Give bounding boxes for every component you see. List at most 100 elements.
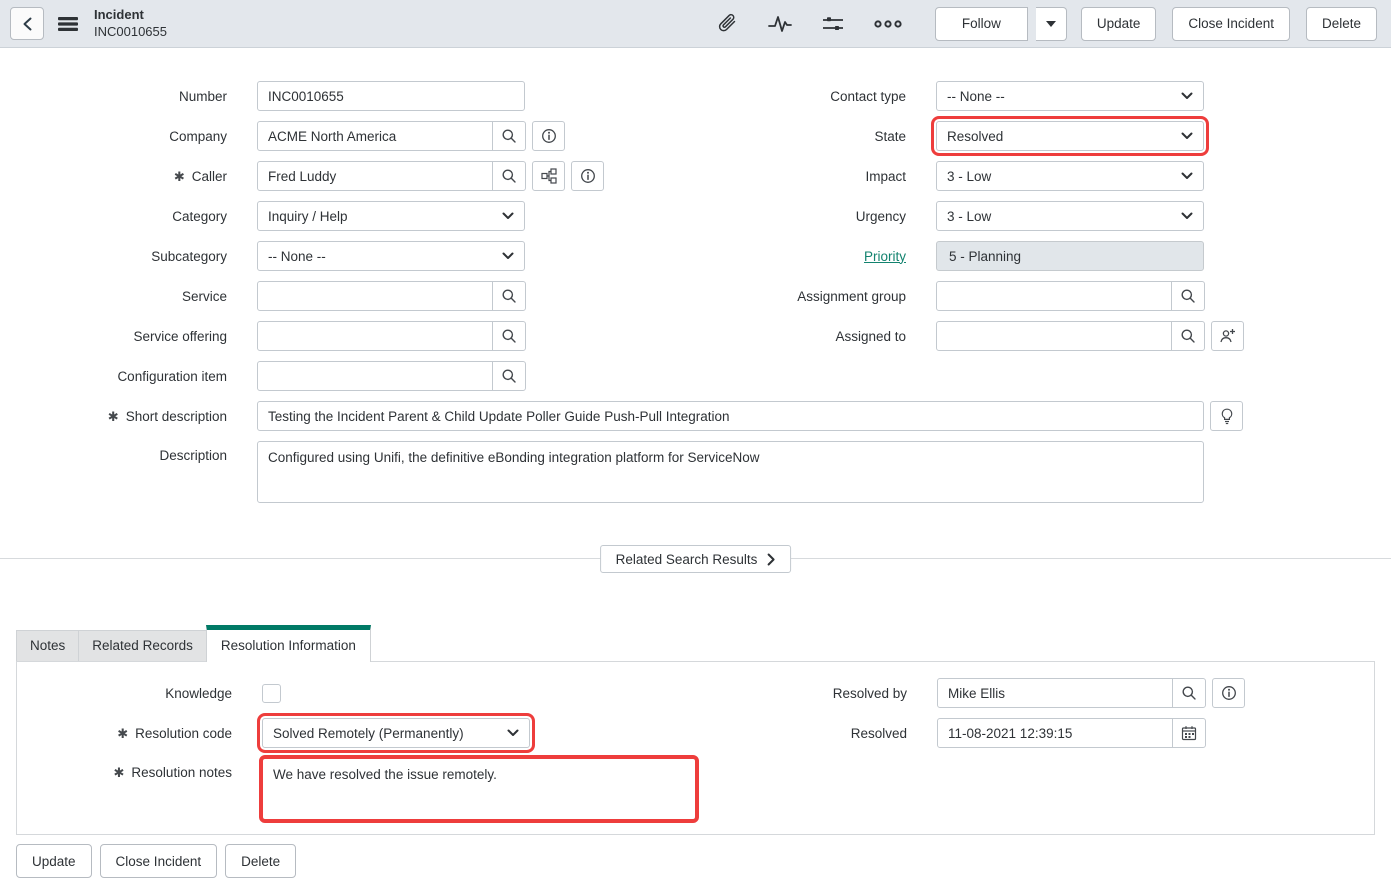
service-input[interactable]	[258, 282, 492, 310]
urgency-select[interactable]: 3 - Low	[936, 201, 1204, 231]
info-icon	[580, 168, 596, 184]
field-row-resolution-notes: ✱ Resolution notes We have resolved the …	[17, 758, 696, 820]
description-textarea[interactable]: Configured using Unifi, the definitive e…	[257, 441, 1204, 503]
service-offering-reference-field	[257, 321, 526, 351]
short-description-input[interactable]	[257, 401, 1204, 431]
close-incident-button-footer[interactable]: Close Incident	[100, 844, 218, 878]
delete-button-header[interactable]: Delete	[1306, 7, 1377, 41]
record-number: INC0010655	[94, 24, 167, 40]
impact-select[interactable]: 3 - Low	[936, 161, 1204, 191]
priority-label-link[interactable]: Priority	[864, 249, 906, 264]
form-tabbar: Notes Related Records Resolution Informa…	[16, 625, 1375, 661]
activity-stream-button[interactable]	[757, 13, 803, 35]
category-label: Category	[172, 209, 227, 224]
state-select[interactable]: Resolved	[936, 121, 1204, 151]
resolution-left-column: Knowledge ✱ Resolution code Solved Remot…	[17, 678, 696, 820]
field-row-knowledge: Knowledge	[17, 678, 696, 708]
tab-related-records[interactable]: Related Records	[78, 630, 207, 661]
service-lookup-button[interactable]	[492, 282, 525, 310]
field-row-service-offering: Service offering	[0, 321, 695, 351]
info-icon	[541, 128, 557, 144]
follow-split-button: Follow	[935, 7, 1067, 41]
field-row-number: Number	[0, 81, 695, 111]
back-button[interactable]	[10, 7, 44, 40]
update-button-footer[interactable]: Update	[16, 844, 92, 878]
follow-dropdown-button[interactable]	[1036, 7, 1067, 41]
assignment-group-lookup-button[interactable]	[1171, 282, 1204, 310]
contact-type-select[interactable]: -- None --	[936, 81, 1204, 111]
service-label: Service	[182, 289, 227, 304]
resolved-datetime-field	[937, 718, 1206, 748]
field-row-resolved-by: Resolved by	[696, 678, 1376, 708]
number-input[interactable]	[257, 81, 525, 111]
company-label: Company	[169, 129, 227, 144]
caller-preview-button[interactable]	[571, 161, 604, 191]
service-offering-lookup-button[interactable]	[492, 322, 525, 350]
suggestion-button[interactable]	[1210, 401, 1243, 431]
personalize-form-button[interactable]	[811, 13, 855, 35]
sliders-icon	[821, 13, 845, 35]
update-button-header[interactable]: Update	[1081, 7, 1157, 41]
incident-form: Number Company ✱ Caller	[0, 48, 1391, 878]
caller-lookup-button[interactable]	[492, 162, 525, 190]
field-row-priority: Priority 5 - Planning	[695, 241, 1391, 271]
caller-input[interactable]	[258, 162, 492, 190]
caret-down-icon	[1046, 21, 1056, 27]
field-row-caller: ✱ Caller	[0, 161, 695, 191]
resolved-by-label: Resolved by	[833, 686, 907, 701]
assignment-group-reference-field	[936, 281, 1205, 311]
related-search-results-button[interactable]: Related Search Results	[600, 545, 792, 573]
configuration-item-lookup-button[interactable]	[492, 362, 525, 390]
resolution-information-panel: Knowledge ✱ Resolution code Solved Remot…	[16, 661, 1375, 835]
company-input[interactable]	[258, 122, 492, 150]
description-label: Description	[159, 448, 227, 463]
category-select[interactable]: Inquiry / Help	[257, 201, 525, 231]
contact-type-value: -- None --	[947, 89, 1005, 104]
subcategory-select[interactable]: -- None --	[257, 241, 525, 271]
resolved-by-preview-button[interactable]	[1212, 678, 1245, 708]
resolution-code-label: Resolution code	[135, 726, 232, 741]
close-incident-button-header[interactable]: Close Incident	[1172, 7, 1290, 41]
resolved-by-lookup-button[interactable]	[1172, 679, 1205, 707]
resolution-code-value: Solved Remotely (Permanently)	[273, 726, 464, 741]
assigned-to-lookup-button[interactable]	[1171, 322, 1204, 350]
resolution-code-select[interactable]: Solved Remotely (Permanently)	[262, 718, 530, 748]
caller-hierarchy-button[interactable]	[532, 161, 565, 191]
knowledge-checkbox[interactable]	[262, 684, 281, 703]
subcategory-value: -- None --	[268, 249, 326, 264]
impact-label: Impact	[865, 169, 906, 184]
assign-to-me-button[interactable]	[1211, 321, 1244, 351]
company-preview-button[interactable]	[532, 121, 565, 151]
resolved-by-input[interactable]	[938, 679, 1172, 707]
resolution-notes-textarea[interactable]: We have resolved the issue remotely.	[262, 758, 696, 820]
impact-value: 3 - Low	[947, 169, 991, 184]
follow-button[interactable]: Follow	[935, 7, 1028, 41]
assigned-to-input[interactable]	[937, 322, 1171, 350]
delete-button-footer[interactable]: Delete	[225, 844, 296, 878]
state-value: Resolved	[947, 129, 1003, 144]
service-offering-label: Service offering	[133, 329, 227, 344]
service-offering-input[interactable]	[258, 322, 492, 350]
tab-notes[interactable]: Notes	[16, 630, 79, 661]
assignment-group-input[interactable]	[937, 282, 1171, 310]
chevron-down-icon	[502, 252, 514, 260]
form-left-column: Number Company ✱ Caller	[0, 81, 695, 401]
search-icon	[1181, 685, 1197, 701]
tab-resolution-information[interactable]: Resolution Information	[206, 625, 371, 662]
resolved-calendar-button[interactable]	[1172, 719, 1205, 747]
company-lookup-button[interactable]	[492, 122, 525, 150]
org-chart-icon	[541, 168, 557, 184]
configuration-item-input[interactable]	[258, 362, 492, 390]
search-icon	[501, 288, 517, 304]
attachment-button[interactable]	[707, 12, 749, 36]
resolved-label: Resolved	[851, 726, 907, 741]
field-row-service: Service	[0, 281, 695, 311]
search-icon	[501, 168, 517, 184]
form-context-menu-button[interactable]	[52, 12, 84, 36]
more-options-button[interactable]	[863, 19, 913, 29]
resolved-input[interactable]	[938, 719, 1172, 747]
field-row-assignment-group: Assignment group	[695, 281, 1391, 311]
page-title: Incident	[94, 7, 167, 23]
configuration-item-label: Configuration item	[117, 369, 227, 384]
configuration-item-reference-field	[257, 361, 526, 391]
